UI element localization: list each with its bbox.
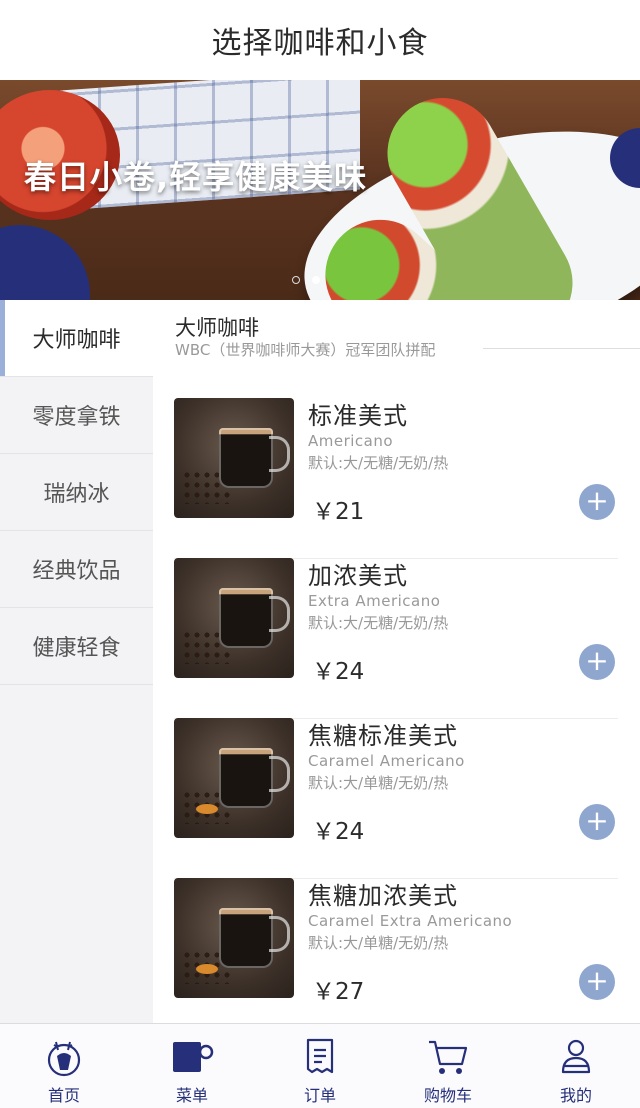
product-name: 焦糖加浓美式 bbox=[308, 882, 458, 910]
product-english-name: Americano bbox=[308, 432, 394, 450]
tab-label: 菜单 bbox=[175, 1086, 208, 1105]
product-item[interactable]: 焦糖标准美式 Caramel Americano 默认:大/单糖/无奶/热 ￥2… bbox=[174, 718, 618, 879]
product-list[interactable]: 大师咖啡 WBC（世界咖啡师大赛）冠军团队拼配 标准美式 Americano 默… bbox=[153, 300, 640, 1023]
category-sidebar: 大师咖啡 零度拿铁 瑞纳冰 经典饮品 健康轻食 bbox=[0, 300, 153, 1023]
tab-home[interactable]: 首页 bbox=[0, 1024, 128, 1108]
banner-pagination bbox=[292, 276, 320, 284]
sidebar-item-label: 经典饮品 bbox=[32, 559, 121, 584]
sidebar-item-label: 瑞纳冰 bbox=[43, 482, 110, 507]
top-header: 选择咖啡和小食 bbox=[0, 0, 640, 80]
mug-handle-shape bbox=[269, 596, 290, 632]
product-default-spec: 默认:大/单糖/无奶/热 bbox=[308, 934, 449, 952]
product-price: ￥24 bbox=[312, 659, 365, 685]
product-image bbox=[174, 398, 294, 518]
deer-logo-icon bbox=[47, 1041, 81, 1077]
product-image bbox=[174, 878, 294, 998]
product-name: 加浓美式 bbox=[308, 562, 408, 590]
tab-menu[interactable]: 菜单 bbox=[128, 1024, 256, 1108]
bottom-tab-bar: 首页 菜单 订单 购物车 我的 bbox=[0, 1023, 640, 1108]
add-to-cart-button[interactable]: + bbox=[579, 484, 615, 520]
caramel-decoration bbox=[196, 964, 218, 974]
plus-icon: + bbox=[585, 964, 609, 997]
sidebar-item-classic-drinks[interactable]: 经典饮品 bbox=[0, 531, 153, 608]
tab-cart[interactable]: 购物车 bbox=[384, 1024, 512, 1108]
tab-label: 订单 bbox=[303, 1086, 336, 1105]
product-name: 焦糖标准美式 bbox=[308, 722, 458, 750]
banner-decor-circle-left bbox=[0, 225, 90, 300]
page-title: 选择咖啡和小食 bbox=[211, 26, 429, 61]
sidebar-item-master-coffee[interactable]: 大师咖啡 bbox=[0, 300, 153, 377]
product-default-spec: 默认:大/无糖/无奶/热 bbox=[308, 614, 449, 632]
sidebar-item-ice-blend[interactable]: 瑞纳冰 bbox=[0, 454, 153, 531]
product-price: ￥24 bbox=[312, 819, 365, 845]
sidebar-item-healthy-food[interactable]: 健康轻食 bbox=[0, 608, 153, 685]
banner-dot-2[interactable] bbox=[312, 276, 320, 284]
sidebar-item-label: 健康轻食 bbox=[32, 636, 121, 661]
tab-label: 购物车 bbox=[423, 1086, 472, 1105]
plus-icon: + bbox=[585, 484, 609, 517]
product-image bbox=[174, 718, 294, 838]
category-title: 大师咖啡 bbox=[175, 316, 259, 340]
mug-handle-shape bbox=[269, 436, 290, 472]
product-item[interactable]: 加浓美式 Extra Americano 默认:大/无糖/无奶/热 ￥24 + bbox=[174, 558, 618, 719]
product-price: ￥27 bbox=[312, 979, 365, 1005]
category-subtitle: WBC（世界咖啡师大赛）冠军团队拼配 bbox=[175, 341, 436, 359]
product-name: 标准美式 bbox=[308, 402, 408, 430]
plus-icon: + bbox=[585, 644, 609, 677]
category-divider bbox=[483, 348, 640, 349]
coffee-cup-icon bbox=[173, 1042, 214, 1072]
mug-shape bbox=[219, 748, 273, 808]
product-default-spec: 默认:大/无糖/无奶/热 bbox=[308, 454, 449, 472]
tab-profile[interactable]: 我的 bbox=[512, 1024, 640, 1108]
plus-icon: + bbox=[585, 804, 609, 837]
tab-label: 我的 bbox=[559, 1086, 592, 1105]
promo-banner[interactable]: 春日小卷,轻享健康美味 bbox=[0, 80, 640, 300]
product-english-name: Caramel Extra Americano bbox=[308, 912, 513, 930]
sidebar-item-label: 大师咖啡 bbox=[32, 328, 121, 353]
tab-label: 首页 bbox=[47, 1086, 80, 1105]
product-price: ￥21 bbox=[312, 499, 365, 525]
caramel-decoration bbox=[196, 804, 218, 814]
product-image bbox=[174, 558, 294, 678]
mug-handle-shape bbox=[269, 756, 290, 792]
user-icon bbox=[561, 1039, 591, 1074]
banner-slogan: 春日小卷,轻享健康美味 bbox=[24, 158, 368, 196]
add-to-cart-button[interactable]: + bbox=[579, 964, 615, 1000]
product-english-name: Extra Americano bbox=[308, 592, 441, 610]
cart-icon bbox=[429, 1040, 468, 1074]
add-to-cart-button[interactable]: + bbox=[579, 644, 615, 680]
sidebar-item-label: 零度拿铁 bbox=[32, 405, 121, 430]
product-item[interactable]: 焦糖加浓美式 Caramel Extra Americano 默认:大/单糖/无… bbox=[174, 878, 618, 1023]
product-item[interactable]: 标准美式 Americano 默认:大/无糖/无奶/热 ￥21 + bbox=[174, 398, 618, 559]
product-english-name: Caramel Americano bbox=[308, 752, 465, 770]
mug-shape bbox=[219, 908, 273, 968]
mug-handle-shape bbox=[269, 916, 290, 952]
sidebar-item-zero-latte[interactable]: 零度拿铁 bbox=[0, 377, 153, 454]
order-list-icon bbox=[306, 1038, 334, 1074]
product-default-spec: 默认:大/单糖/无奶/热 bbox=[308, 774, 449, 792]
mug-shape bbox=[219, 588, 273, 648]
add-to-cart-button[interactable]: + bbox=[579, 804, 615, 840]
mug-shape bbox=[219, 428, 273, 488]
tab-orders[interactable]: 订单 bbox=[256, 1024, 384, 1108]
banner-dot-1[interactable] bbox=[292, 276, 300, 284]
